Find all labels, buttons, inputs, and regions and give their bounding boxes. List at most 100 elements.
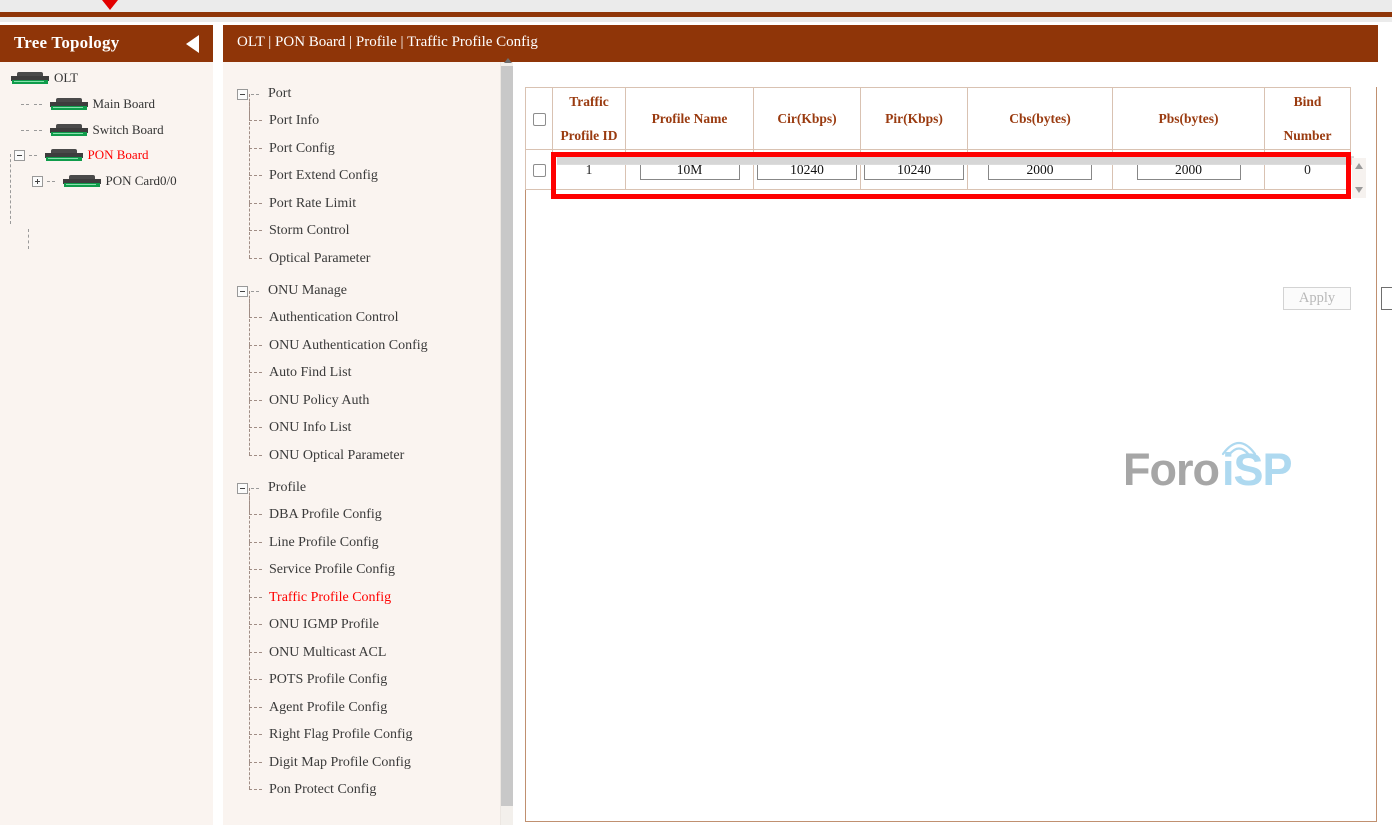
menu-item-onu-info-list[interactable]: ONU Info List: [223, 415, 499, 443]
table-header-row: Traffic Profile ID Profile Name Cir(Kbps…: [526, 88, 1351, 150]
menu-item-agent-profile-config[interactable]: Agent Profile Config: [223, 695, 499, 723]
menu-item-dba-profile-config[interactable]: DBA Profile Config: [223, 502, 499, 530]
menu-group-label: ONU Manage: [268, 283, 347, 298]
menu-item-label: ONU IGMP Profile: [269, 617, 379, 632]
triangle-left-icon[interactable]: [186, 35, 199, 53]
menu-item-label: Port Config: [269, 141, 335, 156]
table-vertical-scrollbar[interactable]: [1352, 158, 1366, 198]
menu-group-profile[interactable]: Profile: [223, 474, 499, 502]
tree-connector: [249, 149, 250, 175]
menu-item-onu-igmp-profile[interactable]: ONU IGMP Profile: [223, 612, 499, 640]
tree-connector: [249, 122, 250, 148]
collapse-minus-icon[interactable]: [14, 150, 25, 161]
add-button[interactable]: Add: [1381, 287, 1392, 310]
tree-connector-dash: [249, 679, 262, 680]
collapse-minus-icon[interactable]: [237, 286, 248, 297]
menu-item-optical-parameter[interactable]: Optical Parameter: [223, 246, 499, 274]
scroll-up-arrow-icon[interactable]: [504, 58, 512, 63]
tree-node-pon-card[interactable]: PON Card0/0: [0, 166, 213, 192]
tree-connector-dash: [249, 569, 262, 570]
tree-connector-dash: [249, 148, 262, 149]
device-board-icon: [8, 72, 52, 85]
select-all-checkbox[interactable]: [533, 113, 546, 126]
device-board-icon: [60, 175, 104, 188]
menu-item-label: Pon Protect Config: [269, 782, 376, 797]
watermark-text-primary: Foro: [1123, 444, 1219, 496]
menu-item-label: ONU Optical Parameter: [269, 448, 404, 463]
menu-item-onu-authentication-config[interactable]: ONU Authentication Config: [223, 333, 499, 361]
scroll-down-arrow-icon[interactable]: [1355, 187, 1363, 193]
tree-node-main-board[interactable]: Main Board: [0, 88, 213, 114]
tree-connector-dash: [21, 130, 29, 131]
menu-item-digit-map-profile-config[interactable]: Digit Map Profile Config: [223, 750, 499, 778]
menu-group-port[interactable]: Port: [223, 80, 499, 108]
menu-item-port-info[interactable]: Port Info: [223, 108, 499, 136]
menu-item-pon-protect-config[interactable]: Pon Protect Config: [223, 777, 499, 805]
tree-node-pon-board[interactable]: PON Board: [0, 140, 213, 166]
tree-connector-dash: [249, 789, 262, 790]
tree-node-switch-board[interactable]: Switch Board: [0, 114, 213, 140]
tree-node-label: Main Board: [93, 96, 155, 111]
tree-connector: [249, 543, 250, 569]
collapse-minus-icon[interactable]: [237, 483, 248, 494]
tree-connector-dash: [249, 514, 262, 515]
tree-connector: [249, 653, 250, 679]
tree-node-label: OLT: [54, 70, 78, 85]
tree-topology-header: Tree Topology: [0, 25, 213, 62]
header-pir: Pir(Kbps): [861, 88, 968, 150]
menu-item-right-flag-profile-config[interactable]: Right Flag Profile Config: [223, 722, 499, 750]
menu-item-line-profile-config[interactable]: Line Profile Config: [223, 530, 499, 558]
scroll-up-arrow-icon[interactable]: [1355, 163, 1363, 169]
menu-item-port-extend-config[interactable]: Port Extend Config: [223, 163, 499, 191]
tree-connector: [249, 401, 250, 427]
menu-item-service-profile-config[interactable]: Service Profile Config: [223, 557, 499, 585]
tree-connector: [249, 346, 250, 372]
menu-item-label: DBA Profile Config: [269, 507, 382, 522]
collapse-minus-icon[interactable]: [237, 89, 248, 100]
menu-item-authentication-control[interactable]: Authentication Control: [223, 305, 499, 333]
apply-button[interactable]: Apply: [1283, 287, 1351, 310]
tree-connector-dash: [251, 291, 259, 292]
menu-item-port-config[interactable]: Port Config: [223, 136, 499, 164]
row-select-cell: [526, 150, 553, 190]
tree-connector-dash: [249, 203, 262, 204]
menu-item-pots-profile-config[interactable]: POTS Profile Config: [223, 667, 499, 695]
menu-item-label: Auto Find List: [269, 365, 351, 380]
tree-connector: [249, 571, 250, 597]
tree-connector-dash: [249, 258, 262, 259]
menu-group-label: Profile: [268, 480, 306, 495]
select-all-header: [526, 88, 553, 150]
menu-item-label: Traffic Profile Config: [269, 590, 391, 605]
foroisp-watermark-logo: Foro iSP: [1123, 444, 1303, 500]
menu-item-label: Port Rate Limit: [269, 196, 356, 211]
tree-connector: [28, 229, 29, 249]
table-horizontal-scrollbar[interactable]: [557, 156, 1354, 165]
tree-connector-dash: [249, 230, 262, 231]
menu-scrollbar[interactable]: [500, 62, 513, 825]
expand-plus-icon[interactable]: [32, 176, 43, 187]
device-board-icon: [47, 98, 91, 111]
top-strip: [0, 0, 1392, 22]
tree-connector-dash: [249, 707, 262, 708]
tree-connector-dash: [249, 345, 262, 346]
menu-item-auto-find-list[interactable]: Auto Find List: [223, 360, 499, 388]
tree-connector: [249, 204, 250, 230]
table-horizontal-scrollbar-thumb[interactable]: [557, 157, 1354, 164]
tree-node-olt[interactable]: OLT: [0, 62, 213, 88]
tree-connector: [249, 319, 250, 345]
tree-connector-dash: [249, 734, 262, 735]
menu-item-onu-optical-parameter[interactable]: ONU Optical Parameter: [223, 443, 499, 471]
menu-item-onu-policy-auth[interactable]: ONU Policy Auth: [223, 388, 499, 416]
tree-node-label: PON Card0/0: [106, 173, 177, 188]
action-button-bar: Apply Add Delete Refresh: [1283, 287, 1392, 311]
menu-item-label: Line Profile Config: [269, 535, 379, 550]
menu-group-onu-manage[interactable]: ONU Manage: [223, 277, 499, 305]
tree-connector: [249, 598, 250, 624]
header-line-gap: [557, 111, 621, 127]
menu-item-onu-multicast-acl[interactable]: ONU Multicast ACL: [223, 640, 499, 668]
row-select-checkbox[interactable]: [533, 164, 546, 177]
menu-item-port-rate-limit[interactable]: Port Rate Limit: [223, 191, 499, 219]
menu-item-storm-control[interactable]: Storm Control: [223, 218, 499, 246]
menu-item-traffic-profile-config[interactable]: Traffic Profile Config: [223, 585, 499, 613]
menu-item-label: Storm Control: [269, 223, 350, 238]
